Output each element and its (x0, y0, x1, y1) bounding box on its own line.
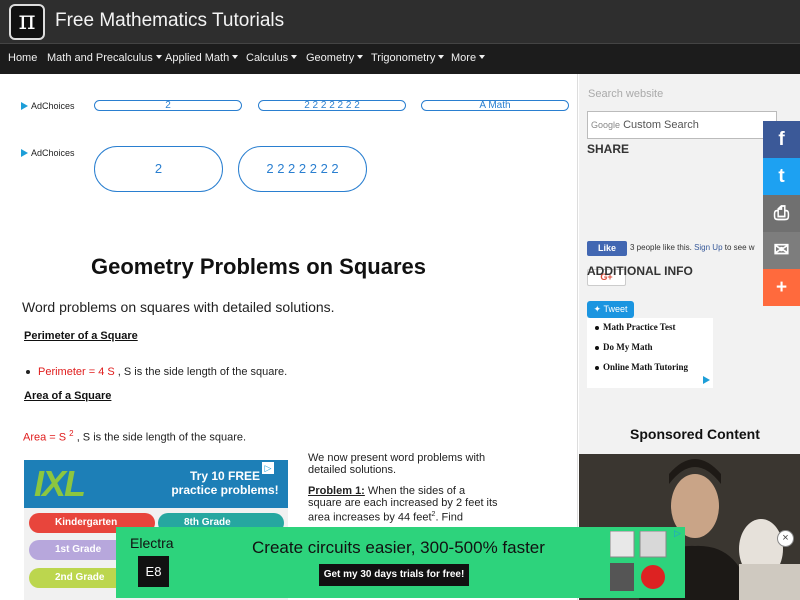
search-placeholder: Custom Search (623, 119, 699, 131)
plus-icon[interactable]: + (763, 269, 800, 306)
area-desc: , S is the side length of the square. (76, 431, 247, 444)
ad-link-button[interactable]: 2 (94, 146, 223, 192)
ixl-ad-banner: IXL Try 10 FREE practice problems! ▷ (24, 460, 288, 508)
twitter-bird-icon: ✦ (593, 304, 604, 314)
nav-calculus[interactable]: Calculus (246, 52, 298, 64)
print-icon[interactable]: ⎙ (763, 195, 800, 232)
like-text: 3 people like this. (630, 243, 692, 252)
share-bar: f t ⎙ ✉ + (763, 121, 800, 307)
pi-logo-icon[interactable]: π (9, 4, 45, 40)
nav-geometry[interactable]: Geometry (306, 52, 364, 64)
problem-1-label: Problem 1: (308, 485, 365, 497)
adchoices-text: AdChoices (31, 101, 75, 111)
ad-link-button[interactable]: 2 (94, 100, 242, 111)
adchoices-icon[interactable] (703, 376, 710, 384)
ixl-logo: IXL (34, 463, 86, 504)
tweet-label: Tweet (603, 304, 628, 314)
area-line: Area = S 2 , S is the side length of the… (23, 429, 246, 444)
ad-link-button[interactable]: A Math (421, 100, 569, 111)
close-icon[interactable]: × (777, 530, 794, 547)
tweet-button[interactable]: ✦ Tweet (587, 301, 634, 318)
adchoices-label[interactable]: AdChoices (21, 148, 75, 158)
perimeter-formula: Perimeter = 4 S (38, 366, 115, 378)
perimeter-desc: , S is the side length of the square. (117, 366, 288, 378)
ad-info-icon[interactable]: ▷ (262, 462, 274, 474)
nav-label: More (451, 52, 477, 64)
signup-rest: to see w (724, 243, 755, 252)
ad-link[interactable]: Online Math Tutoring (594, 362, 688, 372)
nav-label: Calculus (246, 52, 289, 64)
nav-label: Trigonometry (371, 52, 436, 64)
adchoices-icon[interactable]: ▷ (674, 528, 681, 539)
ad-link[interactable]: Math Practice Test (594, 322, 675, 332)
caret-down-icon (479, 55, 486, 59)
caret-down-icon (357, 55, 364, 59)
bottom-ad-brand: Electra (130, 535, 174, 551)
google-word: Google (591, 120, 621, 130)
caret-down-icon (232, 55, 239, 59)
additional-info-title: ADDITIONAL INFO (587, 264, 693, 278)
problem-1: Problem 1: When the sides of a square ar… (308, 485, 498, 524)
nav-trigonometry[interactable]: Trigonometry (371, 52, 445, 64)
main-nav: Home Math and Precalculus Applied Math C… (0, 43, 800, 74)
twitter-icon[interactable]: t (763, 158, 800, 195)
bottom-ad-headline: Create circuits easier, 300-500% faster (252, 538, 545, 557)
problem-1-end: . Find (435, 511, 463, 524)
nav-math-precalculus[interactable]: Math and Precalculus (47, 52, 162, 64)
search-label: Search website (588, 88, 664, 100)
caret-down-icon (438, 55, 445, 59)
area-formula: Area = S (23, 431, 67, 444)
area-exponent: 2 (69, 429, 74, 438)
ad-link-button[interactable]: 2 2 2 2 2 2 2 (258, 100, 406, 111)
adchoices-icon (21, 149, 28, 157)
bullet (26, 370, 30, 374)
like-count-text: 3 people like this. Sign Up to see w (630, 243, 755, 252)
site-header: π Free Mathematics Tutorials (0, 0, 800, 43)
facebook-icon[interactable]: f (763, 121, 800, 158)
facebook-like-button[interactable]: Like (587, 241, 627, 256)
sponsored-title: Sponsored Content (630, 426, 760, 442)
perimeter-line: Perimeter = 4 S , S is the side length o… (38, 366, 287, 378)
email-icon[interactable]: ✉ (763, 232, 800, 269)
search-input[interactable]: Google Custom Search (587, 111, 777, 139)
nav-label: Geometry (306, 52, 355, 64)
adchoices-icon (21, 102, 28, 110)
site-title[interactable]: Free Mathematics Tutorials (55, 10, 284, 32)
caret-down-icon (291, 55, 298, 59)
area-heading: Area of a Square (24, 390, 112, 402)
bottom-ad-product-image (610, 531, 667, 591)
ad-link[interactable]: Do My Math (595, 342, 653, 352)
ad-link-button[interactable]: 2 2 2 2 2 2 2 (238, 146, 367, 192)
adchoices-text: AdChoices (31, 148, 75, 158)
nav-label: Applied Math (165, 52, 230, 64)
nav-applied-math[interactable]: Applied Math (165, 52, 239, 64)
bottom-ad-badge: E8 (138, 556, 169, 587)
adchoices-label[interactable]: AdChoices (21, 101, 75, 111)
signup-link[interactable]: Sign Up (694, 243, 722, 252)
page-title: Geometry Problems on Squares (91, 254, 426, 279)
nav-label: Math and Precalculus (47, 52, 153, 64)
perimeter-heading: Perimeter of a Square (24, 330, 138, 342)
bottom-ad-cta-button[interactable]: Get my 30 days trials for free! (319, 564, 469, 586)
share-title: SHARE (587, 142, 630, 156)
bottom-ad-banner[interactable]: Electra E8 Create circuits easier, 300-5… (116, 527, 685, 598)
caret-down-icon (155, 55, 162, 59)
nav-home[interactable]: Home (8, 52, 37, 64)
page-subtitle: Word problems on squares with detailed s… (22, 299, 335, 315)
nav-more[interactable]: More (451, 52, 486, 64)
ad-links-box: Math Practice Test Do My Math Online Mat… (587, 318, 713, 388)
article-intro: We now present word problems with detail… (308, 452, 498, 533)
nav-home-label: Home (8, 52, 38, 64)
intro-text: We now present word problems with detail… (308, 452, 486, 476)
